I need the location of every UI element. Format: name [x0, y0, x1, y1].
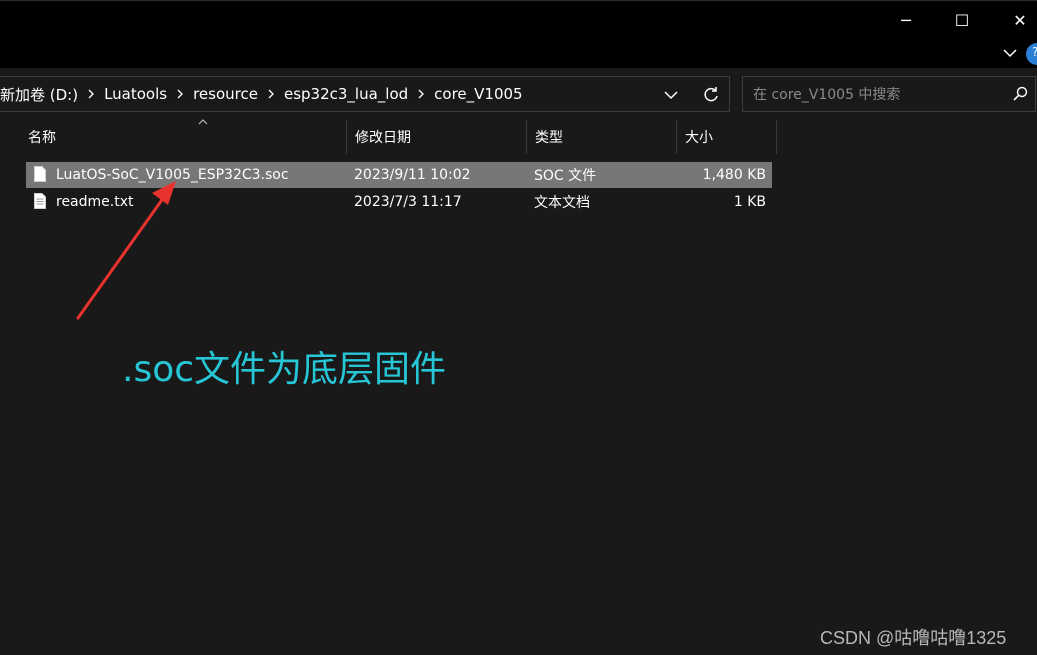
breadcrumb-drive[interactable]: 新加卷 (D:) [0, 84, 78, 105]
chevron-down-icon [1003, 49, 1017, 58]
column-header-size-label: 大小 [685, 130, 713, 146]
maximize-icon: ☐ [954, 10, 970, 30]
help-icon: ? [1032, 45, 1037, 59]
file-row[interactable]: LuatOS-SoC_V1005_ESP32C3.soc 2023/9/11 1… [26, 162, 772, 188]
close-icon: ✕ [1013, 10, 1027, 30]
chevron-right-icon[interactable] [167, 88, 193, 100]
breadcrumb-luatools[interactable]: Luatools [104, 85, 167, 103]
refresh-icon [704, 87, 718, 102]
search-icon [1013, 86, 1028, 101]
breadcrumb-esp32c3[interactable]: esp32c3_lua_lod [284, 85, 408, 103]
file-icon [34, 166, 46, 182]
address-history-button[interactable] [658, 85, 684, 105]
file-row[interactable]: readme.txt 2023/7/3 11:17 文本文档 1 KB [26, 189, 772, 215]
file-name: readme.txt [56, 194, 134, 210]
search-button[interactable] [1011, 85, 1029, 103]
breadcrumb-resource[interactable]: resource [193, 85, 258, 103]
refresh-button[interactable] [698, 83, 724, 107]
file-size: 1 KB [733, 194, 766, 210]
ribbon-toggle-button[interactable] [998, 41, 1022, 65]
file-size: 1,480 KB [702, 167, 766, 183]
sort-up-icon [198, 119, 208, 125]
close-button[interactable]: ✕ [1000, 5, 1037, 35]
minimize-icon: ─ [901, 10, 911, 30]
address-row: 新加卷 (D:) Luatools resource esp32c3_lua_l… [0, 68, 1037, 120]
file-type: 文本文档 [534, 195, 590, 211]
file-date: 2023/9/11 10:02 [354, 167, 471, 183]
watermark: CSDN @咕噜咕噜1325 [820, 628, 1007, 648]
column-header-date-label: 修改日期 [355, 130, 411, 146]
breadcrumb-core[interactable]: core_V1005 [434, 85, 522, 103]
annotation-text: .soc文件为底层固件 [122, 349, 447, 390]
chevron-right-icon[interactable] [78, 88, 104, 100]
column-header-name-label: 名称 [28, 130, 56, 146]
help-button[interactable]: ? [1026, 43, 1037, 65]
file-name: LuatOS-SoC_V1005_ESP32C3.soc [56, 167, 289, 183]
column-header-date[interactable]: 修改日期 [347, 120, 527, 154]
maximize-button[interactable]: ☐ [942, 5, 982, 35]
file-date: 2023/7/3 11:17 [354, 194, 462, 210]
column-header-type[interactable]: 类型 [527, 120, 677, 154]
column-header-row: 名称 修改日期 类型 大小 [0, 119, 780, 154]
chevron-right-icon[interactable] [258, 88, 284, 100]
search-input[interactable] [751, 83, 1005, 107]
search-box[interactable] [742, 76, 1036, 112]
minimize-button[interactable]: ─ [886, 5, 926, 35]
chevron-right-icon[interactable] [408, 88, 434, 100]
column-header-name[interactable]: 名称 [20, 119, 347, 154]
column-header-type-label: 类型 [535, 130, 563, 146]
title-bar: ─ ☐ ✕ ? [0, 0, 1037, 69]
address-bar[interactable]: 新加卷 (D:) Luatools resource esp32c3_lua_l… [0, 76, 730, 112]
chevron-down-icon [664, 91, 678, 100]
file-type: SOC 文件 [534, 168, 597, 184]
column-header-size[interactable]: 大小 [677, 120, 777, 154]
file-icon [34, 193, 46, 209]
